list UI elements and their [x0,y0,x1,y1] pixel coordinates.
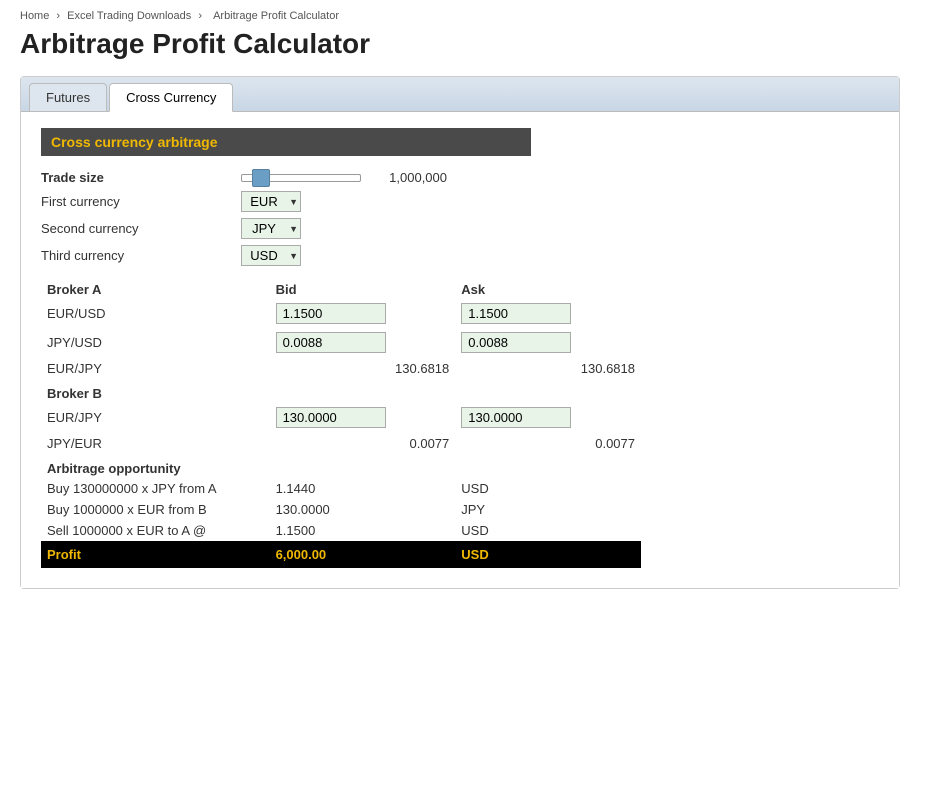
broker-a-header-row: Broker A Bid Ask [41,276,641,299]
profit-value: 6,000.00 [270,541,456,568]
trade-size-slider[interactable] [241,174,361,182]
broker-b-header-row: Broker B [41,380,641,403]
arb-header-row: Arbitrage opportunity [41,455,641,478]
broker-b-eurjpy-bid-cell [270,403,456,432]
trade-size-slider-container [241,174,361,182]
arb-row-2: Buy 1000000 x EUR from B 130.0000 JPY [41,499,641,520]
arb-currency-3: USD [455,520,641,541]
table-row: EUR/USD [41,299,641,328]
arb-currency-1: USD [455,478,641,499]
broker-a-jpyusd-ask-input[interactable] [461,332,571,353]
tab-futures[interactable]: Futures [29,83,107,111]
broker-a-jpyusd-ask-cell [455,328,641,357]
table-row: JPY/USD [41,328,641,357]
profit-currency: USD [455,541,641,568]
bid-header: Bid [270,276,456,299]
calculator-card: Futures Cross Currency Cross currency ar… [20,76,900,589]
first-currency-label: First currency [41,194,241,209]
arb-desc-1: Buy 130000000 x JPY from A [41,478,270,499]
first-currency-select-wrap: EUR JPY USD GBP ▼ [241,191,301,212]
broker-b-eurjpy-ask-input[interactable] [461,407,571,428]
broker-a-label: Broker A [41,276,270,299]
broker-b-eurjpy-ask-cell [455,403,641,432]
pair-label: EUR/JPY [41,403,270,432]
arb-rate-1: 1.1440 [270,478,456,499]
data-table-section: Broker A Bid Ask EUR/USD [41,276,641,568]
pair-label: JPY/EUR [41,432,270,455]
third-currency-select[interactable]: USD EUR JPY GBP [241,245,301,266]
second-currency-field: JPY EUR USD GBP ▼ [241,218,641,239]
page-title: Arbitrage Profit Calculator [20,28,910,60]
table-row: JPY/EUR 0.0077 0.0077 [41,432,641,455]
trade-size-label: Trade size [41,170,241,185]
tab-bar: Futures Cross Currency [21,77,899,112]
broker-a-jpyusd-bid-cell [270,328,456,357]
third-currency-label: Third currency [41,248,241,263]
arb-header-label: Arbitrage opportunity [41,455,641,478]
broker-a-jpyusd-bid-input[interactable] [276,332,386,353]
first-currency-field: EUR JPY USD GBP ▼ [241,191,641,212]
broker-b-jpyeur-bid-value: 0.0077 [270,432,456,455]
arb-row-1: Buy 130000000 x JPY from A 1.1440 USD [41,478,641,499]
pair-label: EUR/USD [41,299,270,328]
broker-a-eurusd-bid-cell [270,299,456,328]
broker-a-eurjpy-ask-value: 130.6818 [455,357,641,380]
tab-cross-currency[interactable]: Cross Currency [109,83,233,112]
table-row: EUR/JPY [41,403,641,432]
broker-a-eurjpy-bid-value: 130.6818 [270,357,456,380]
second-currency-select[interactable]: JPY EUR USD GBP [241,218,301,239]
arb-row-3: Sell 1000000 x EUR to A @ 1.1500 USD [41,520,641,541]
arb-rate-3: 1.1500 [270,520,456,541]
third-currency-select-wrap: USD EUR JPY GBP ▼ [241,245,301,266]
card-body: Cross currency arbitrage Trade size 1,00… [21,112,899,588]
table-row: EUR/JPY 130.6818 130.6818 [41,357,641,380]
arb-rate-2: 130.0000 [270,499,456,520]
second-currency-select-wrap: JPY EUR USD GBP ▼ [241,218,301,239]
arb-currency-2: JPY [455,499,641,520]
broker-a-eurusd-ask-input[interactable] [461,303,571,324]
third-currency-field: USD EUR JPY GBP ▼ [241,245,641,266]
first-currency-select[interactable]: EUR JPY USD GBP [241,191,301,212]
broker-b-eurjpy-bid-input[interactable] [276,407,386,428]
arb-desc-2: Buy 1000000 x EUR from B [41,499,270,520]
top-fields: Trade size 1,000,000 First currency EUR … [41,170,641,266]
broker-a-eurusd-bid-input[interactable] [276,303,386,324]
broker-a-eurusd-ask-cell [455,299,641,328]
pair-label: JPY/USD [41,328,270,357]
profit-label: Profit [41,541,270,568]
broker-b-jpyeur-ask-value: 0.0077 [455,432,641,455]
arb-desc-3: Sell 1000000 x EUR to A @ [41,520,270,541]
breadcrumb: Home › Excel Trading Downloads › Arbitra… [20,10,910,22]
breadcrumb-current: Arbitrage Profit Calculator [213,10,339,22]
breadcrumb-home[interactable]: Home [20,10,49,22]
profit-row: Profit 6,000.00 USD [41,541,641,568]
second-currency-label: Second currency [41,221,241,236]
breadcrumb-excel[interactable]: Excel Trading Downloads [67,10,191,22]
ask-header: Ask [455,276,641,299]
trade-size-field: 1,000,000 [241,170,641,185]
section-header: Cross currency arbitrage [41,128,531,156]
trade-size-value: 1,000,000 [367,170,447,185]
broker-b-label: Broker B [41,380,270,403]
data-table: Broker A Bid Ask EUR/USD [41,276,641,568]
pair-label: EUR/JPY [41,357,270,380]
